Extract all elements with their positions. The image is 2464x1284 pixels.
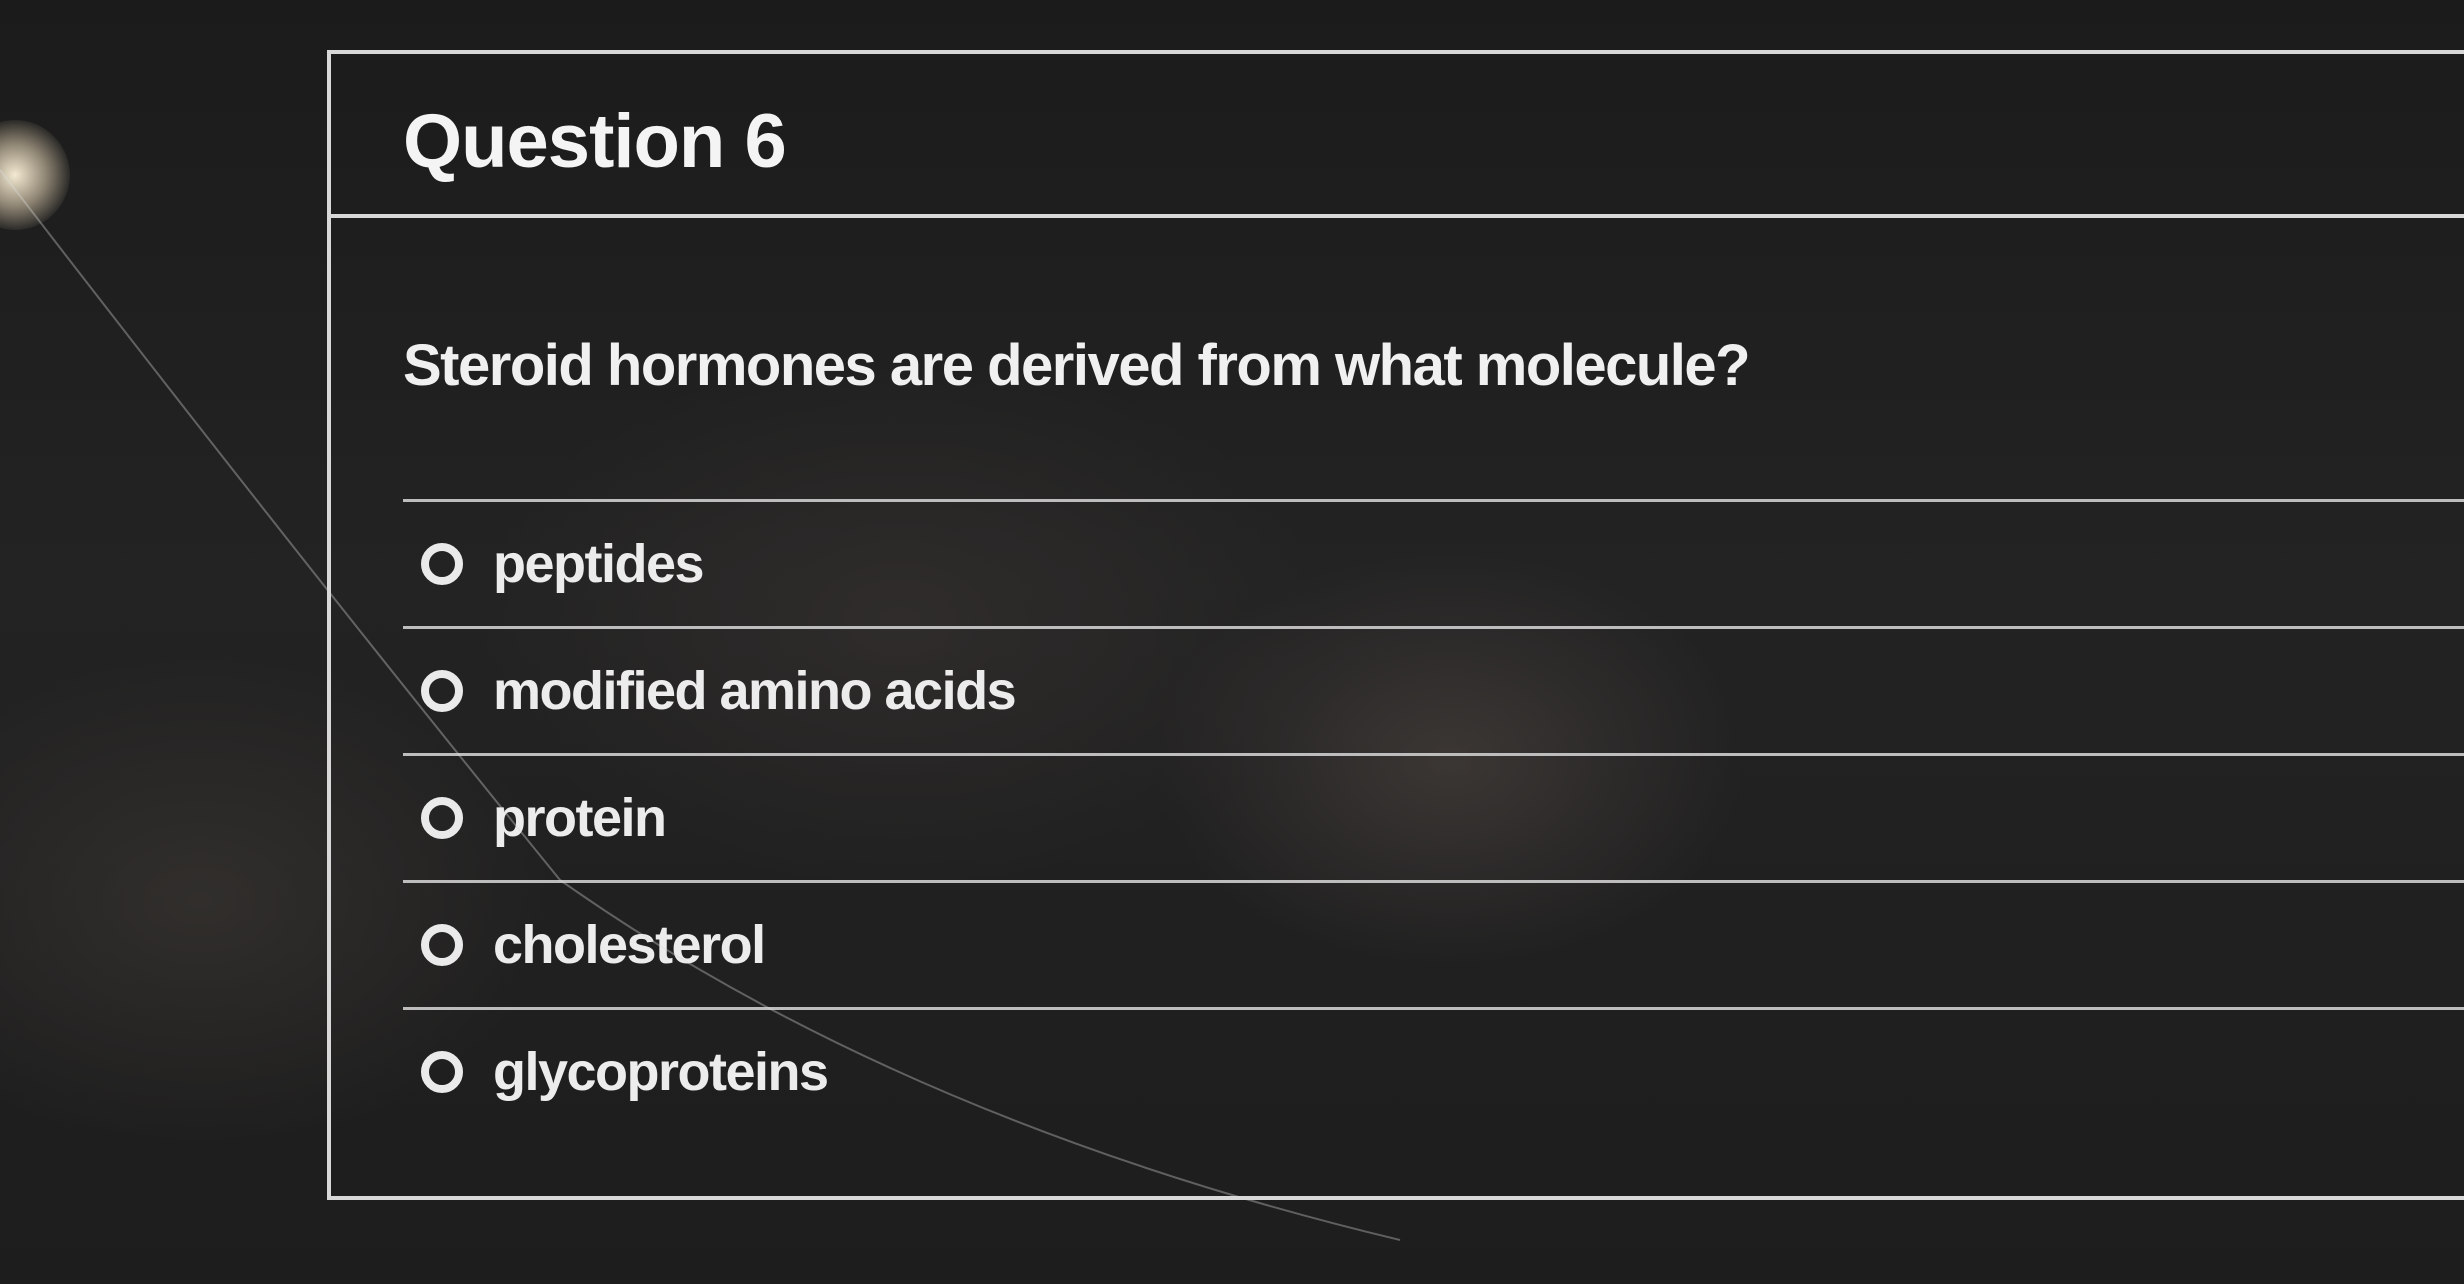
radio-button-icon[interactable] xyxy=(421,543,463,585)
answer-label: modified amino acids xyxy=(493,661,1017,721)
radio-button-icon[interactable] xyxy=(421,670,463,712)
question-title: Question 6 xyxy=(403,99,787,184)
answer-option-glycoproteins[interactable]: glycoproteins xyxy=(403,1010,2464,1134)
answer-label: glycoproteins xyxy=(493,1042,829,1102)
radio-button-icon[interactable] xyxy=(421,797,463,839)
answer-label: protein xyxy=(493,788,667,848)
answer-label: peptides xyxy=(493,534,705,594)
answer-option-peptides[interactable]: peptides xyxy=(403,502,2464,629)
answer-option-cholesterol[interactable]: cholesterol xyxy=(403,883,2464,1010)
radio-button-icon[interactable] xyxy=(421,924,463,966)
question-text: Steroid hormones are derived from what m… xyxy=(403,333,1751,398)
question-header: Question 6 xyxy=(331,54,2464,218)
radio-button-icon[interactable] xyxy=(421,1051,463,1093)
question-card: Question 6 Steroid hormones are derived … xyxy=(327,50,2464,1200)
answer-option-modified-amino-acids[interactable]: modified amino acids xyxy=(403,629,2464,756)
answer-option-protein[interactable]: protein xyxy=(403,756,2464,883)
answer-label: cholesterol xyxy=(493,915,766,975)
answer-list: peptides modified amino acids protein ch… xyxy=(403,499,2464,1134)
